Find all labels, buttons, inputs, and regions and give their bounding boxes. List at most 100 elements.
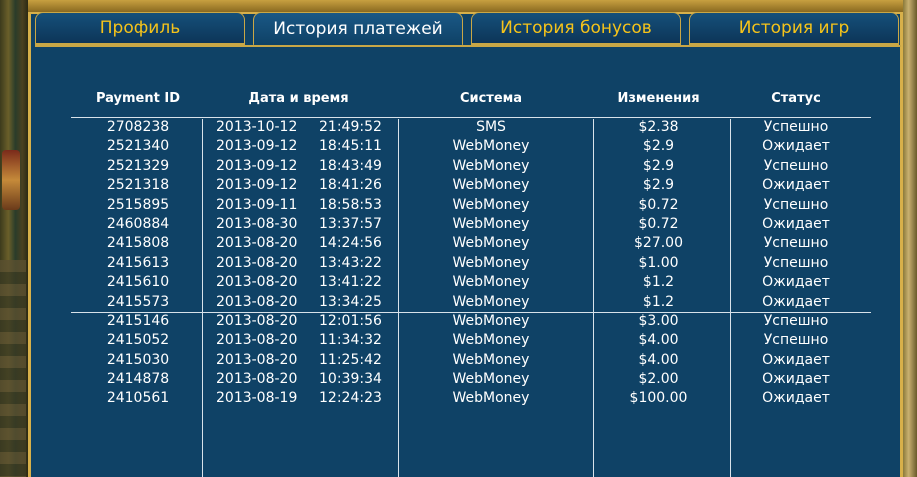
- table-row: 2415613 2013-08-20 13:43:22 WebMoney $1.00 Ус…: [31, 254, 906, 273]
- cell-payment-id: 2708238: [106, 119, 170, 135]
- table-row: 2515895 2013-09-11 18:58:53 WebMoney $0.72 Ус…: [31, 196, 906, 215]
- cell-system: WebMoney: [452, 332, 530, 349]
- cell-change: $1.2: [642, 293, 675, 310]
- cell-status: Ожидает: [762, 351, 830, 368]
- cell-payment-id: 2415146: [106, 312, 170, 329]
- cell-time: 11:25:42: [319, 351, 382, 368]
- cell-status: Ожидает: [762, 274, 830, 291]
- cell-status: Ожидает: [762, 215, 830, 232]
- cell-payment-id: 2415052: [106, 332, 170, 349]
- cell-status: Успешно: [763, 254, 829, 271]
- cell-status: Ожидает: [762, 390, 830, 407]
- cell-system: WebMoney: [452, 138, 530, 155]
- cell-payment-id: 2460884: [106, 215, 170, 232]
- cell-change: $100.00: [629, 390, 688, 407]
- cell-system: WebMoney: [452, 371, 530, 388]
- cell-system: SMS: [476, 119, 506, 135]
- payments-table: Payment ID Дата и время Система Изменени…: [31, 12, 906, 477]
- cell-time: 18:58:53: [319, 196, 382, 213]
- left-decor: [0, 0, 28, 477]
- table-row: 2415146 2013-08-20 12:01:56 WebMoney $3.00 Ус…: [31, 312, 906, 331]
- cell-status: Успешно: [763, 196, 829, 213]
- table-row: 2415573 2013-08-20 13:34:25 WebMoney $1.2 Ожи…: [31, 293, 906, 312]
- table-row: 2414878 2013-08-20 10:39:34 WebMoney $2.00 Ож…: [31, 370, 906, 389]
- cell-payment-id: 2410561: [106, 390, 170, 407]
- cell-system: WebMoney: [452, 293, 530, 310]
- cell-payment-id: 2415573: [106, 293, 170, 310]
- table-row: 2521318 2013-09-12 18:41:26 WebMoney $2.9 Ожи…: [31, 176, 906, 195]
- table-row: 2415052 2013-08-20 11:34:32 WebMoney $4.00 Ус…: [31, 331, 906, 350]
- cell-time: 18:43:49: [319, 157, 382, 174]
- cell-payment-id: 2415030: [106, 351, 170, 368]
- cell-time: 10:39:34: [319, 371, 382, 388]
- cell-status: Успешно: [763, 157, 829, 174]
- header-change: Изменения: [617, 91, 700, 106]
- table-row: 2415808 2013-08-20 14:24:56 WebMoney $27.00 У…: [31, 234, 906, 253]
- cell-system: WebMoney: [452, 235, 530, 252]
- cell-system: WebMoney: [452, 254, 530, 271]
- cell-change: $27.00: [634, 235, 683, 252]
- cell-payment-id: 2415610: [106, 274, 170, 291]
- cell-time: 13:34:25: [319, 293, 382, 310]
- table-row: 2521329 2013-09-12 18:43:49 WebMoney $2.9 Усп…: [31, 157, 906, 176]
- cell-status: Ожидает: [762, 371, 830, 388]
- cell-date: 2013-08-19: [216, 390, 298, 407]
- cell-time: 11:34:32: [319, 332, 382, 349]
- cell-payment-id: 2521329: [106, 157, 170, 174]
- cell-date: 2013-09-12: [216, 157, 298, 174]
- cell-time: 12:01:56: [319, 312, 382, 329]
- cell-payment-id: 2415613: [106, 254, 170, 271]
- cell-date: 2013-08-20: [216, 293, 298, 310]
- cell-date: 2013-08-20: [216, 312, 298, 329]
- cell-change: $0.72: [638, 215, 679, 232]
- cell-date: 2013-08-20: [216, 254, 298, 271]
- cell-time: 13:41:22: [319, 274, 382, 291]
- cell-payment-id: 2515895: [106, 196, 170, 213]
- cell-payment-id: 2414878: [106, 371, 170, 388]
- cell-system: WebMoney: [452, 312, 530, 329]
- cell-system: WebMoney: [452, 196, 530, 213]
- cell-change: $2.9: [642, 177, 675, 194]
- cell-status: Ожидает: [762, 177, 830, 194]
- table-row: 2708238 2013-10-12 21:49:52 SMS $2.38 Успешно: [31, 118, 906, 137]
- cell-time: 12:24:23: [319, 390, 382, 407]
- cell-time: 13:43:22: [319, 254, 382, 271]
- top-decor: [0, 0, 917, 12]
- cell-date: 2013-08-20: [216, 351, 298, 368]
- cell-change: $0.72: [638, 196, 679, 213]
- cell-status: Ожидает: [762, 138, 830, 155]
- table-row: 2410561 2013-08-19 12:24:23 WebMoney $100.00…: [31, 389, 906, 408]
- cell-change: $4.00: [638, 351, 679, 368]
- cell-date: 2013-08-20: [216, 235, 298, 252]
- cell-change: $1.2: [642, 274, 675, 291]
- cell-payment-id: 2415808: [106, 235, 170, 252]
- table-row: 2415610 2013-08-20 13:41:22 WebMoney $1.2 Ожи…: [31, 273, 906, 292]
- cell-change: $2.38: [638, 119, 679, 135]
- table-row: 2460884 2013-08-30 13:37:57 WebMoney $0.72 Ож…: [31, 215, 906, 234]
- cell-system: WebMoney: [452, 390, 530, 407]
- cell-time: 14:24:56: [319, 235, 382, 252]
- cell-status: Ожидает: [762, 293, 830, 310]
- cell-date: 2013-08-20: [216, 371, 298, 388]
- cell-change: $3.00: [638, 312, 679, 329]
- cell-system: WebMoney: [452, 215, 530, 232]
- cell-change: $2.00: [638, 371, 679, 388]
- cell-status: Успешно: [763, 235, 829, 252]
- header-system: Система: [459, 91, 523, 106]
- cell-payment-id: 2521340: [106, 138, 170, 155]
- cell-system: WebMoney: [452, 274, 530, 291]
- table-row: 2415030 2013-08-20 11:25:42 WebMoney $4.00 Ож…: [31, 351, 906, 370]
- cell-system: WebMoney: [452, 351, 530, 368]
- cell-change: $2.9: [642, 157, 675, 174]
- cell-date: 2013-08-20: [216, 274, 298, 291]
- table-row: 2521340 2013-09-12 18:45:11 WebMoney $2.9 Ожи…: [31, 137, 906, 156]
- cell-time: 18:41:26: [319, 177, 382, 194]
- header-payment-id: Payment ID: [95, 91, 180, 106]
- cell-date: 2013-09-11: [216, 196, 298, 213]
- header-datetime: Дата и время: [248, 91, 349, 106]
- cell-date: 2013-09-12: [216, 138, 298, 155]
- cell-time: 13:37:57: [319, 215, 382, 232]
- cell-payment-id: 2521318: [106, 177, 170, 194]
- cell-status: Успешно: [763, 119, 829, 135]
- cell-system: WebMoney: [452, 157, 530, 174]
